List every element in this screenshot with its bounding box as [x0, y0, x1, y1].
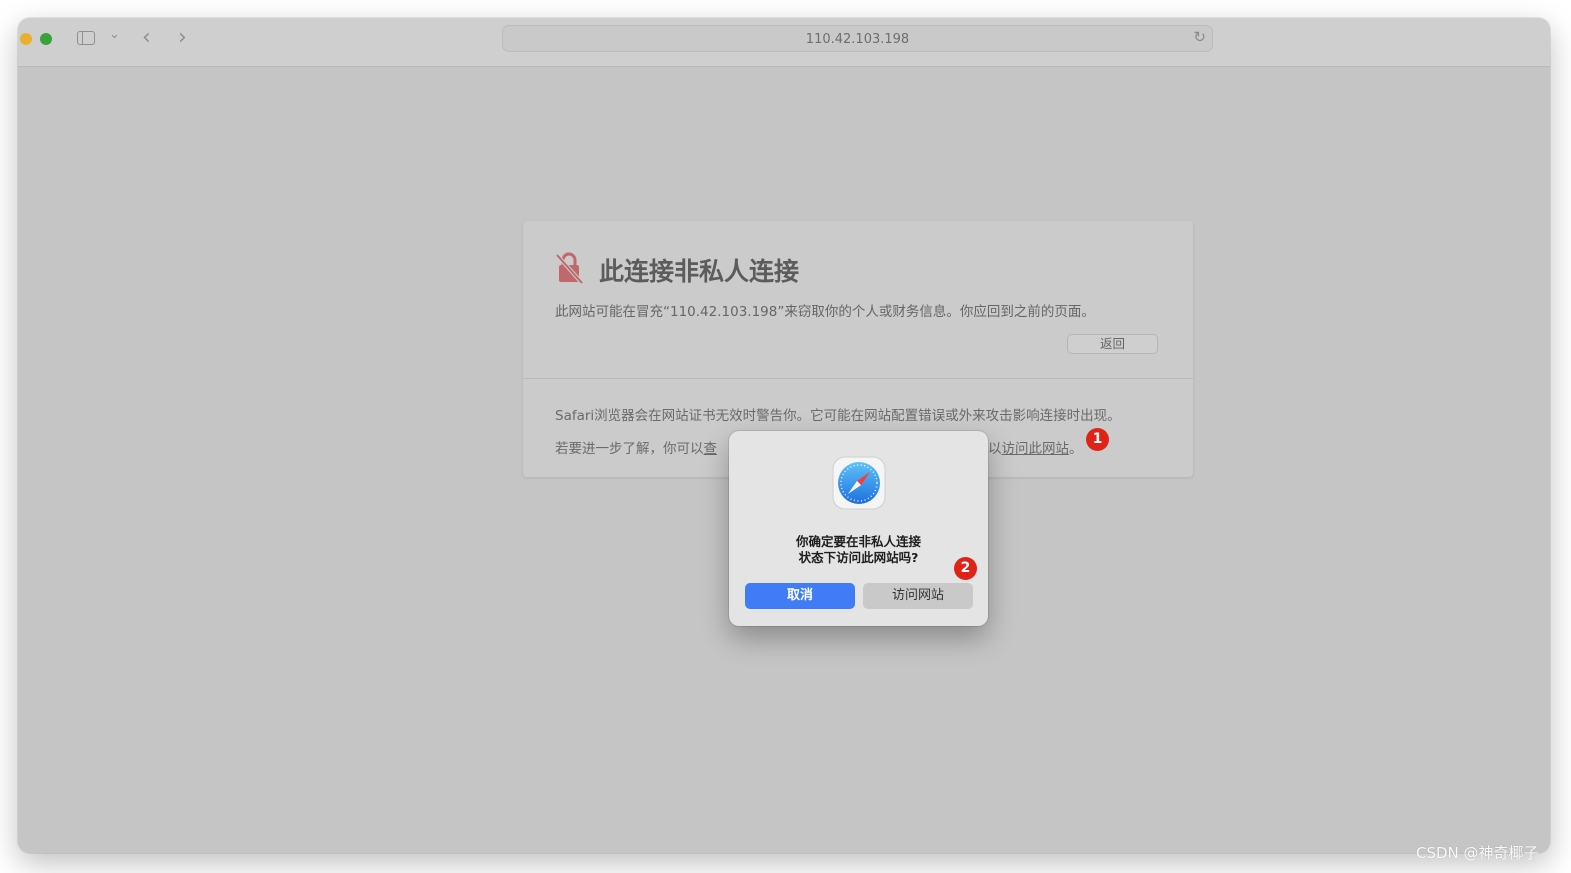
page-title: 此连接非私人连接 [599, 257, 800, 286]
divider [523, 378, 1193, 379]
info-visit-prefix: 以 [988, 441, 1002, 457]
chevron-down-icon[interactable]: ⌄ [109, 27, 120, 42]
visit-website-link[interactable]: 访问此网站 [1002, 441, 1070, 457]
address-bar[interactable]: 110.42.103.198 ↻ [502, 25, 1213, 52]
safari-icon [832, 456, 886, 510]
confirm-dialog: 你确定要在非私人连接 状态下访问此网站吗? 取消 访问网站 [729, 431, 988, 626]
chevron-right-icon[interactable]: › [178, 25, 187, 50]
dialog-message-line1: 你确定要在非私人连接 [795, 534, 921, 549]
annotation-badge-2: 2 [954, 557, 977, 580]
info-text-more: 若要进一步了解，你可以查 [555, 437, 717, 457]
zoom-button[interactable] [40, 33, 52, 45]
warning-description: 此网站可能在冒充“110.42.103.198”来窃取你的个人或财务信息。你应回… [555, 304, 1095, 320]
browser-toolbar: ⌄ ‹ › 110.42.103.198 ↻ [18, 18, 1550, 67]
watermark: CSDN @神奇椰子 [1416, 844, 1539, 862]
info-text-visit: 以访问此网站。 [988, 437, 1083, 457]
info-text: Safari浏览器会在网站证书无效时警告你。它可能在网站配置错误或外来攻击影响连… [555, 408, 1121, 424]
info-more-prefix: 若要进一步了解，你可以 [555, 441, 704, 457]
lock-broken-icon [555, 252, 583, 285]
cancel-button[interactable]: 取消 [745, 583, 855, 609]
dialog-message-line2: 状态下访问此网站吗? [798, 550, 919, 565]
dialog-message: 你确定要在非私人连接 状态下访问此网站吗? [729, 534, 988, 566]
back-button[interactable]: 返回 [1067, 334, 1158, 354]
visit-website-button[interactable]: 访问网站 [863, 583, 973, 609]
address-text: 110.42.103.198 [805, 32, 910, 47]
reload-icon[interactable]: ↻ [1193, 28, 1206, 46]
chevron-left-icon[interactable]: ‹ [142, 25, 151, 50]
sidebar-icon[interactable] [77, 31, 95, 45]
annotation-badge-1: 1 [1086, 428, 1109, 451]
info-visit-end: 。 [1069, 441, 1083, 457]
minimize-button[interactable] [20, 33, 32, 45]
browser-window: ⌄ ‹ › 110.42.103.198 ↻ 此连接非私人连接 此网站可能在冒充… [18, 18, 1550, 853]
view-certificate-link[interactable]: 查 [704, 441, 718, 457]
